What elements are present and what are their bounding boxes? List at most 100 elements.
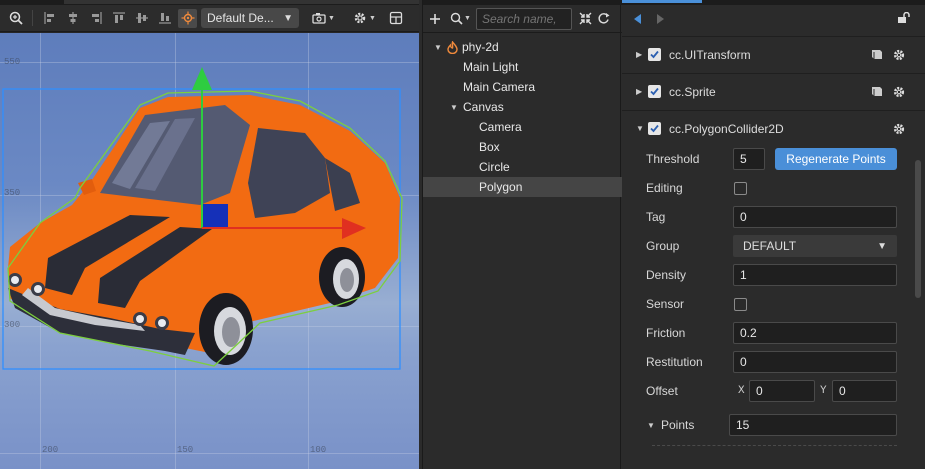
chevron-down-icon[interactable]: ▼ [449,103,459,112]
scene-viewport[interactable]: 550 350 300 200 150 100 [0,33,419,469]
align-bottom-icon[interactable] [155,9,174,28]
camera-dropdown[interactable]: ▼ [309,8,338,28]
prop-threshold: Threshold Regenerate Points [622,147,912,171]
chevron-down-icon[interactable]: ▼ [433,43,443,52]
align-middle-icon[interactable] [132,9,151,28]
editing-checkbox[interactable] [734,181,747,195]
scene-canvas [2,67,403,370]
gear-icon[interactable] [893,123,905,135]
zoom-fit-icon[interactable] [6,9,25,28]
camera-icon [312,13,326,24]
hierarchy-search-input[interactable] [475,7,572,30]
chevron-down-icon[interactable]: ▼ [636,124,648,133]
component-enabled-checkbox[interactable] [648,85,661,98]
resolution-select[interactable]: Default De... ▼ [201,8,299,28]
search-type-dropdown[interactable]: ▼ [450,12,471,25]
tree-item-label: Circle [479,160,510,174]
chevron-down-icon[interactable]: ▼ [647,421,655,430]
component-title: cc.PolygonCollider2D [669,121,784,136]
tree-item-label: Main Light [463,60,519,74]
offset-y-input[interactable] [832,380,897,402]
gizmo-icon[interactable] [178,8,197,28]
chevron-down-icon: ▼ [283,12,293,24]
prop-tag: Tag [622,205,912,229]
prop-editing: Editing [622,176,912,200]
resolution-select-label: Default De... [207,11,274,25]
editor-window: Default De... ▼ ▼ ▼ 550 350 300 200 150 … [0,0,925,469]
add-icon[interactable] [429,13,441,25]
scene-tab[interactable] [64,0,419,4]
layout-icon[interactable] [387,9,406,28]
gizmo-plane-handle[interactable] [202,204,228,228]
tree-item-camera[interactable]: Camera [423,117,622,137]
tree-item-canvas[interactable]: ▼ Canvas [423,97,622,117]
prop-label: Restitution [646,355,703,369]
scene-panel: Default De... ▼ ▼ ▼ 550 350 300 200 150 … [0,0,419,469]
inspector-scrollbar[interactable] [915,160,921,298]
prop-label: Threshold [646,152,700,166]
hierarchy-panel: ▼ ▼ phy-2d Main Light Main Camera ▼ Canv… [422,0,622,469]
tree-item-phy-2d[interactable]: ▼ phy-2d [423,37,622,57]
align-top-icon[interactable] [109,9,128,28]
car-sprite[interactable] [8,95,400,365]
book-icon[interactable] [871,49,883,60]
tree-item-label: Canvas [463,100,504,114]
back-arrow-icon[interactable] [634,14,642,24]
prop-sensor: Sensor [622,292,912,316]
gear-icon[interactable] [893,49,905,61]
sensor-checkbox[interactable] [734,297,747,311]
component-header-sprite[interactable]: ▶ cc.Sprite [622,73,925,109]
gear-icon[interactable] [893,86,905,98]
tree-item-main-camera[interactable]: Main Camera [423,77,622,97]
regenerate-points-button[interactable]: Regenerate Points [775,148,897,170]
prop-density: Density [622,263,912,287]
scene-flame-icon [447,40,458,54]
gizmo-y-arrow[interactable] [192,67,212,90]
collapse-icon[interactable] [579,12,592,25]
tree-item-polygon[interactable]: Polygon [423,177,622,197]
tag-input[interactable] [733,206,897,228]
tree-item-main-light[interactable]: Main Light [423,57,622,77]
prop-label: Density [646,268,687,282]
offset-x-input[interactable] [749,380,815,402]
unlock-icon[interactable] [897,12,911,24]
prop-label: Sensor [646,297,685,311]
offset-x-label: X [738,385,745,397]
prop-label: Offset [646,384,678,398]
align-right-icon[interactable] [86,9,105,28]
friction-input[interactable] [733,322,897,344]
threshold-input[interactable] [733,148,765,170]
group-select-value: DEFAULT [743,239,797,253]
chevron-down-icon: ▼ [368,14,376,22]
settings-dropdown[interactable]: ▼ [350,8,379,28]
component-title: cc.Sprite [669,84,716,99]
align-left-icon[interactable] [40,9,59,28]
hierarchy-tree: ▼ phy-2d Main Light Main Camera ▼ Canvas… [423,37,622,197]
chevron-right-icon[interactable]: ▶ [636,50,648,59]
tree-item-label: Polygon [479,180,523,194]
align-center-icon[interactable] [63,9,82,28]
points-count-input[interactable] [729,414,897,436]
component-enabled-checkbox[interactable] [648,48,661,61]
refresh-icon[interactable] [597,12,610,25]
component-header-uitransform[interactable]: ▶ cc.UITransform [622,36,925,72]
gear-icon [354,12,366,24]
tree-item-circle[interactable]: Circle [423,157,622,177]
density-input[interactable] [733,264,897,286]
component-header-polygoncollider2d[interactable]: ▼ cc.PolygonCollider2D [622,110,925,146]
tree-item-label: phy-2d [462,40,499,54]
chevron-down-icon: ▼ [464,15,471,22]
prop-label: Group [646,239,680,253]
group-select[interactable]: DEFAULT ▼ [733,235,897,257]
inspector-tab-active[interactable] [622,0,702,3]
component-enabled-checkbox[interactable] [648,122,661,135]
chevron-right-icon[interactable]: ▶ [636,87,648,96]
forward-arrow-icon[interactable] [656,14,664,24]
restitution-input[interactable] [733,351,897,373]
prop-restitution: Restitution [622,350,912,374]
prop-friction: Friction [622,321,912,345]
prop-points: ▼ Points [622,413,912,437]
inspector-panel: ▶ cc.UITransform ▶ cc.Sprite ▼ cc.Polygo… [622,0,925,469]
tree-item-box[interactable]: Box [423,137,622,157]
book-icon[interactable] [871,86,883,97]
